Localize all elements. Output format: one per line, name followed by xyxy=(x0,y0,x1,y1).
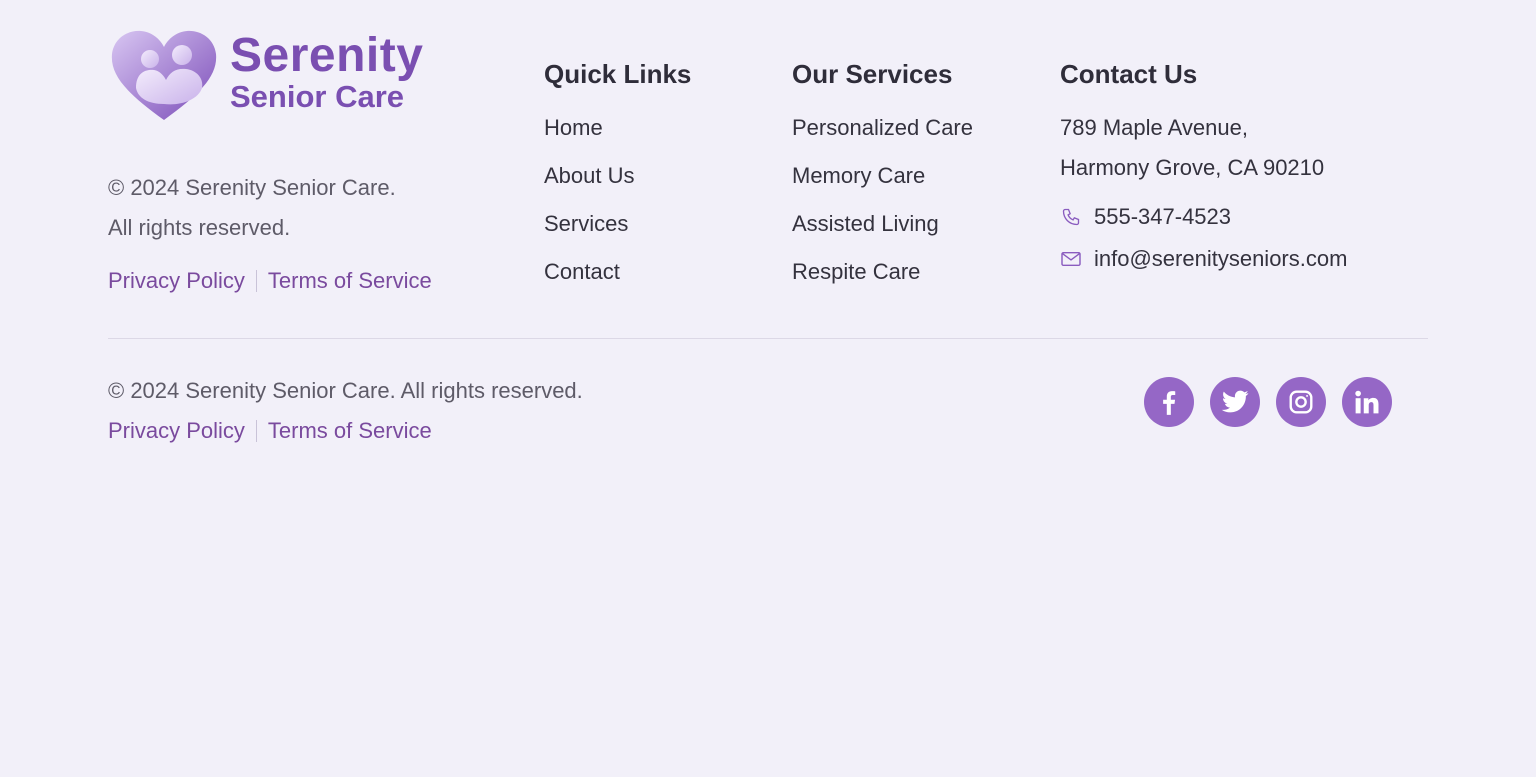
link-separator xyxy=(255,420,257,442)
quick-link-about[interactable]: About Us xyxy=(544,164,691,188)
linkedin-icon[interactable] xyxy=(1342,377,1392,427)
facebook-icon[interactable] xyxy=(1144,377,1194,427)
bottom-privacy-policy-link[interactable]: Privacy Policy xyxy=(108,418,245,444)
privacy-policy-link[interactable]: Privacy Policy xyxy=(108,268,245,294)
site-footer: Serenity Senior Care © 2024 Serenity Sen… xyxy=(0,0,1536,777)
link-separator xyxy=(255,270,257,292)
quick-links-column: Quick Links Home About Us Services Conta… xyxy=(544,58,691,308)
brand-legal-links: Privacy Policy Terms of Service xyxy=(108,268,508,294)
brand-block: Serenity Senior Care © 2024 Serenity Sen… xyxy=(108,28,508,294)
terms-of-service-link[interactable]: Terms of Service xyxy=(268,268,432,294)
contact-phone[interactable]: 555-347-4523 xyxy=(1094,204,1231,230)
heart-family-icon xyxy=(111,30,217,120)
bottom-copyright: © 2024 Serenity Senior Care. All rights … xyxy=(108,378,583,403)
contact-email[interactable]: info@serenityseniors.com xyxy=(1094,246,1347,272)
service-link-respite[interactable]: Respite Care xyxy=(792,260,973,284)
quick-link-contact[interactable]: Contact xyxy=(544,260,691,284)
contact-address: 789 Maple Avenue, Harmony Grove, CA 9021… xyxy=(1060,115,1325,180)
brand-copyright: © 2024 Serenity Senior Care. All rights … xyxy=(108,175,396,240)
brand-name: Serenity xyxy=(230,29,424,82)
logo[interactable]: Serenity Senior Care xyxy=(108,28,508,122)
contact-email-row[interactable]: info@serenityseniors.com xyxy=(1060,246,1347,272)
instagram-icon[interactable] xyxy=(1276,377,1326,427)
service-link-assisted[interactable]: Assisted Living xyxy=(792,212,973,236)
bottom-legal-links: Privacy Policy Terms of Service xyxy=(108,418,432,444)
quick-link-home[interactable]: Home xyxy=(544,116,691,140)
quick-link-services[interactable]: Services xyxy=(544,212,691,236)
services-heading: Our Services xyxy=(792,59,953,89)
contact-phone-row[interactable]: 555-347-4523 xyxy=(1060,204,1347,230)
footer-divider xyxy=(108,338,1428,339)
social-links xyxy=(1144,377,1408,427)
bottom-terms-of-service-link[interactable]: Terms of Service xyxy=(268,418,432,444)
contact-column: Contact Us 789 Maple Avenue, Harmony Gro… xyxy=(1060,58,1347,272)
service-link-personalized[interactable]: Personalized Care xyxy=(792,116,973,140)
service-link-memory[interactable]: Memory Care xyxy=(792,164,973,188)
services-column: Our Services Personalized Care Memory Ca… xyxy=(792,58,973,308)
brand-tagline: Senior Care xyxy=(230,79,405,114)
twitter-icon[interactable] xyxy=(1210,377,1260,427)
contact-heading: Contact Us xyxy=(1060,59,1198,89)
mail-icon xyxy=(1060,248,1082,270)
phone-icon xyxy=(1060,206,1082,228)
quick-links-heading: Quick Links xyxy=(544,59,692,89)
